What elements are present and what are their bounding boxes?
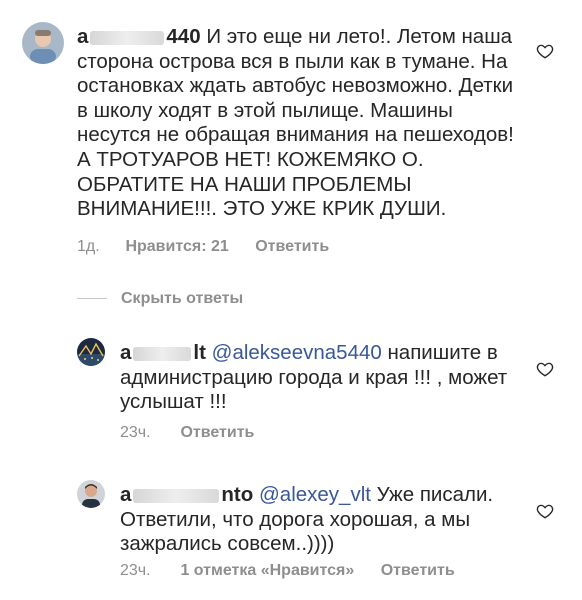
heart-outline-icon[interactable]: [536, 360, 554, 378]
comment-username[interactable]: a 440: [77, 25, 201, 48]
reply: a lt @alekseevna5440 напишите в администр…: [0, 330, 582, 450]
hide-replies-button[interactable]: Скрыть ответы: [121, 290, 243, 308]
reply-button[interactable]: Ответить: [381, 562, 455, 580]
reply-time: 23ч.: [120, 562, 151, 579]
reply-button[interactable]: Ответить: [180, 424, 254, 442]
avatar[interactable]: [77, 480, 105, 508]
reply: a nto @alexey_vlt Уже писали. Ответили, ч…: [0, 472, 582, 600]
reply-text: a nto @alexey_vlt Уже писали. Ответили, ч…: [120, 483, 530, 557]
heart-outline-icon[interactable]: [536, 502, 554, 520]
avatar[interactable]: [77, 338, 105, 366]
heart-outline-icon[interactable]: [536, 42, 554, 60]
reply-username[interactable]: a lt: [120, 341, 206, 364]
reply-button[interactable]: Ответить: [255, 238, 329, 256]
reply-meta: 23ч. 1 отметка «Нравится» Ответить: [120, 562, 455, 580]
reply-username[interactable]: a nto: [120, 483, 253, 506]
comment-body: И это еще ни лето!. Летом наша сторона о…: [77, 25, 514, 221]
comment-meta: 1д. Нравится: 21 Ответить: [77, 238, 329, 256]
mention-link[interactable]: @alexey_vlt: [259, 483, 371, 506]
divider: [77, 298, 107, 299]
likes-count[interactable]: Нравится: 21: [125, 238, 228, 256]
avatar[interactable]: [22, 22, 64, 64]
comment-time: 1д.: [77, 238, 100, 255]
comment: a 440 И это еще ни лето!. Летом наша стор…: [0, 0, 582, 270]
reply-time: 23ч.: [120, 424, 151, 441]
reply-meta: 23ч. Ответить: [120, 424, 254, 442]
likes-count[interactable]: 1 отметка «Нравится»: [180, 562, 354, 580]
comment-text: a 440 И это еще ни лето!. Летом наша стор…: [77, 25, 527, 222]
mention-link[interactable]: @alekseevna5440: [212, 341, 382, 364]
reply-text: a lt @alekseevna5440 напишите в администр…: [120, 341, 520, 415]
